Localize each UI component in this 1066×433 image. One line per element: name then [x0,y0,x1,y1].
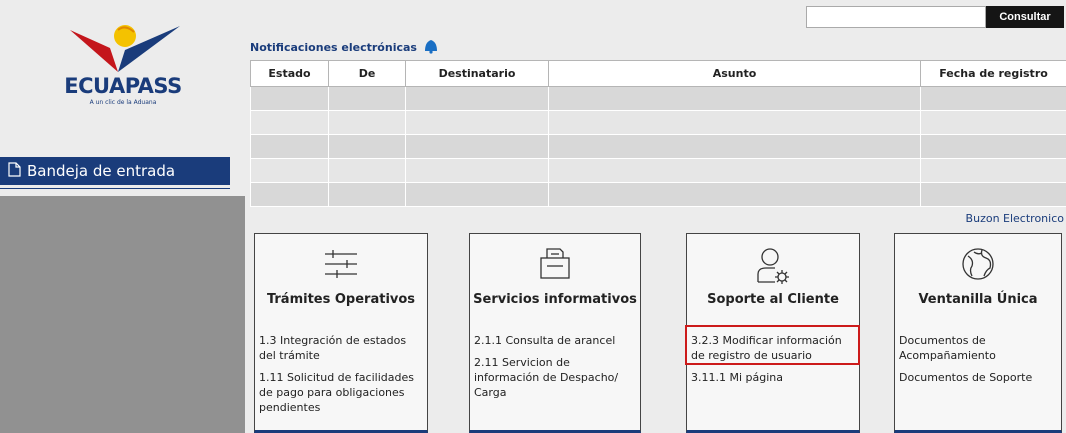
card-ventanilla-unica: Ventanilla Única Documentos de Acompañam… [894,233,1062,433]
bell-icon [422,38,440,57]
column-header[interactable]: Estado [250,60,329,87]
card-link[interactable]: 2.11 Servicion de información de Despach… [474,355,636,400]
table-row[interactable] [250,182,1066,207]
notifications-title: Notificaciones electrónicas [250,38,440,57]
notifications-title-text: Notificaciones electrónicas [250,41,417,54]
table-row[interactable] [250,86,1066,111]
table-header-row: Estado De Destinatario Asunto Fecha de r… [250,60,1066,87]
printer-icon [470,246,640,291]
app-root: ECUAPASS A un clic de la Aduana Bandeja … [0,0,1066,433]
logo-tagline: A un clic de la Aduana [89,99,157,106]
card-link[interactable]: 2.1.1 Consulta de arancel [474,333,636,348]
card-servicios-informativos: Servicios informativos 2.1.1 Consulta de… [469,233,641,433]
notifications-table: Estado De Destinatario Asunto Fecha de r… [250,60,1066,207]
logo-mark [70,25,180,72]
document-icon [8,161,21,181]
search-input[interactable] [806,6,986,28]
column-header[interactable]: Asunto [548,60,921,87]
card-title: Ventanilla Única [918,292,1038,307]
globe-icon [895,246,1061,291]
card-title: Soporte al Cliente [707,292,839,307]
inbox-label: Bandeja de entrada [27,162,176,180]
card-link[interactable]: 1.3 Integración de estados del trámite [259,333,423,363]
user-gear-icon [687,246,859,291]
table-row[interactable] [250,134,1066,159]
sidebar-panel [0,196,245,433]
divider [0,188,230,189]
sidebar: ECUAPASS A un clic de la Aduana Bandeja … [0,0,245,433]
card-title: Servicios informativos [473,292,637,307]
inbox-button[interactable]: Bandeja de entrada [0,157,230,185]
card-link[interactable]: Documentos de Soporte [899,370,1057,385]
logo-word: ECUAPASS [64,74,182,98]
table-row[interactable] [250,158,1066,183]
buzon-electronico-link[interactable]: Buzon Electronico [966,212,1064,225]
column-header[interactable]: Fecha de registro [920,60,1066,87]
ecuapass-logo[interactable]: ECUAPASS A un clic de la Aduana [48,20,198,110]
card-link[interactable]: 3.11.1 Mi página [691,370,855,385]
consultar-button[interactable]: Consultar [986,6,1064,28]
card-link[interactable]: Documentos de Acompañamiento [899,333,1057,363]
column-header[interactable]: Destinatario [405,60,549,87]
highlight-box [685,325,860,365]
sliders-icon [255,246,427,291]
card-tramites-operativos: Trámites Operativos 1.3 Integración de e… [254,233,428,433]
card-link[interactable]: 1.11 Solicitud de facilidades de pago pa… [259,370,423,415]
table-row[interactable] [250,110,1066,135]
column-header[interactable]: De [328,60,406,87]
card-title: Trámites Operativos [266,292,416,307]
